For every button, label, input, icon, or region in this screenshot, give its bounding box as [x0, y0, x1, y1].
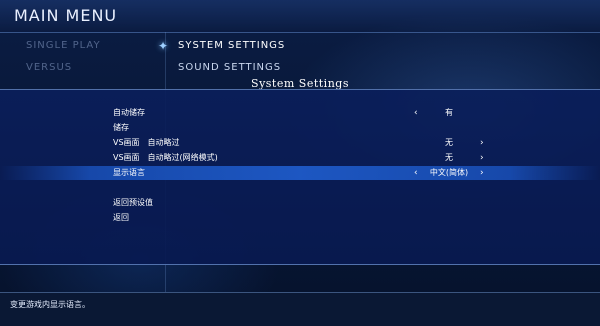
right-arrow-icon[interactable]: › — [480, 166, 484, 180]
submenu-item-sound-settings[interactable]: SOUND SETTINGS — [178, 62, 281, 73]
menu-item-versus[interactable]: VERSUS — [26, 62, 72, 73]
submenu-item-system-settings[interactable]: SYSTEM SETTINGS — [178, 40, 285, 51]
setting-label: 显示语言 — [113, 168, 145, 177]
header-bar: MAIN MENU — [0, 0, 600, 33]
setting-value: 有 — [445, 108, 453, 117]
menu-item-single-play[interactable]: SINGLE PLAY — [26, 40, 101, 51]
setting-row-vs-skip[interactable]: VS画面 自动略过 无 › — [0, 136, 600, 150]
page-title: MAIN MENU — [14, 6, 118, 25]
setting-label: 返回 — [113, 213, 129, 222]
left-arrow-icon[interactable]: ‹ — [414, 166, 418, 180]
setting-value: 中文(简体) — [429, 168, 469, 177]
setting-label: 返回预设值 — [113, 198, 153, 207]
setting-row-auto-save[interactable]: 自动储存 ‹ 有 — [0, 106, 600, 120]
setting-value: 无 — [445, 138, 453, 147]
setting-row-display-language[interactable]: 显示语言 ‹ 中文(简体) › — [0, 166, 600, 180]
setting-value: 无 — [445, 153, 453, 162]
setting-label: 自动储存 — [113, 108, 145, 117]
setting-label: 储存 — [113, 123, 129, 132]
setting-label: VS画面 自动略过(网络模式) — [113, 153, 218, 162]
help-text: 变更游戏内显示语言。 — [10, 300, 90, 309]
setting-label: VS画面 自动略过 — [113, 138, 180, 147]
help-footer: 变更游戏内显示语言。 — [0, 292, 600, 326]
right-arrow-icon[interactable]: › — [480, 136, 484, 150]
right-arrow-icon[interactable]: › — [480, 151, 484, 165]
setting-row-back[interactable]: 返回 — [0, 211, 600, 225]
selection-star-icon: ✦ — [158, 39, 169, 53]
setting-row-save[interactable]: 储存 — [0, 121, 600, 135]
setting-row-restore-defaults[interactable]: 返回预设值 — [0, 196, 600, 210]
left-arrow-icon[interactable]: ‹ — [414, 106, 418, 120]
setting-row-vs-skip-online[interactable]: VS画面 自动略过(网络模式) 无 › — [0, 151, 600, 165]
